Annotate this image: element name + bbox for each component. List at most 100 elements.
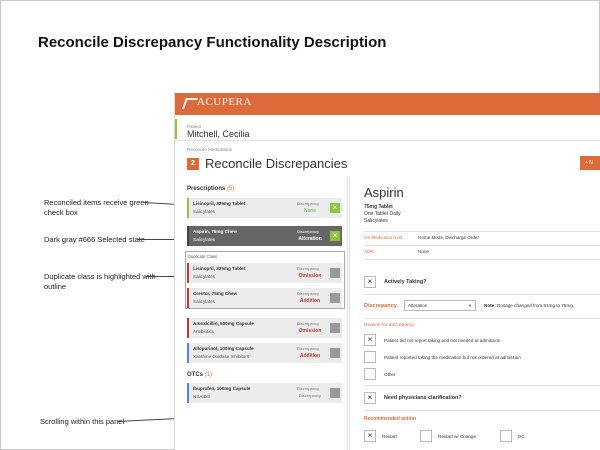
discrepancy-status: Addition xyxy=(299,353,321,359)
med-class: NSAIDS xyxy=(193,394,211,399)
annotation-scrolling: Scrolling within this panel xyxy=(40,417,125,426)
divider xyxy=(364,385,600,386)
checkbox-empty-icon[interactable] xyxy=(330,388,340,398)
patient-header: Patient Mitchell, Cecilia xyxy=(175,117,600,141)
recommended-title: Recommended action xyxy=(364,416,416,422)
med-name: Amoxicillin, 500mg Capsule xyxy=(193,321,254,326)
action-label: Restart w/ Change xyxy=(438,434,477,439)
checkbox-empty-icon[interactable] xyxy=(330,323,340,333)
duplicate-class-label: Duplicate Class xyxy=(188,254,218,259)
discrepancy-status: Alteration xyxy=(298,236,322,242)
med-name: Ibuprofen, 100mg Capsule xyxy=(193,386,251,391)
med-name: Lisinopril, 325mg Tablet xyxy=(193,266,246,271)
on-med-list-label: On Medication List xyxy=(364,235,403,240)
reason-title: Reason for discrepancy xyxy=(364,323,415,328)
clarification-label: Need physicians clarification? xyxy=(384,395,462,401)
discrepancy-status: Omission xyxy=(298,328,322,334)
divider xyxy=(364,231,600,232)
page-title: Reconcile Discrepancies xyxy=(205,156,348,171)
patient-name: Mitchell, Cecilia xyxy=(187,129,250,139)
reason-label: Patient did not report taking and not ne… xyxy=(384,338,501,343)
brand-name: ACUPERA xyxy=(197,96,252,108)
reason-checkbox[interactable] xyxy=(364,368,376,380)
discrepancy-label: Discrepancy xyxy=(297,291,320,296)
discrepancy-note: Note: Dosage changed from 81mg to 75mg. xyxy=(484,303,575,308)
discrepancy-select-value: Alteration xyxy=(408,303,428,308)
med-class: Salicylates xyxy=(193,274,215,279)
med-card-lisinopril-reconciled[interactable]: Lisinopril, 325mg Tablet Salicylates Dis… xyxy=(187,198,342,218)
otcs-title: OTCs (1) xyxy=(187,372,213,378)
annotation-selected: Dark gray #666 Selected state xyxy=(44,235,145,244)
med-class: Antibiotics xyxy=(193,329,214,334)
med-card-amoxicillin[interactable]: Amoxicillin, 500mg Capsule Antibiotics D… xyxy=(187,318,342,338)
checkbox-checked-icon[interactable]: × xyxy=(330,231,340,241)
actively-taking-label: Actively Taking? xyxy=(384,279,427,285)
checkbox-empty-icon[interactable] xyxy=(330,293,340,303)
checkbox-empty-icon[interactable] xyxy=(330,268,340,278)
med-card-allopurinol[interactable]: Allopurinol, 100mg Capsule Xanthine Oxid… xyxy=(187,343,342,363)
divider xyxy=(364,318,600,319)
med-name: Lisinopril, 325mg Tablet xyxy=(193,201,246,206)
app-window: ACUPERA Patient Mitchell, Cecilia Reconc… xyxy=(174,93,600,450)
med-class: Xanthine Oxidase Inhibitors xyxy=(193,354,250,359)
divider xyxy=(364,259,600,260)
med-card-crestor[interactable]: Crestor, 75mg Chew Salicylates Discrepan… xyxy=(187,288,342,308)
medication-list-panel[interactable]: Prescriptions (5) Lisinopril, 325mg Tabl… xyxy=(175,177,345,450)
prescriptions-title: Prescriptions (5) xyxy=(187,186,235,192)
top-bar: ACUPERA xyxy=(175,93,600,115)
reason-checkbox[interactable] xyxy=(364,351,376,363)
detail-panel: Aspirin 75mg Tablet One Tablet Daily Sal… xyxy=(349,177,600,450)
adr-value: None xyxy=(418,249,429,254)
clarification-checkbox[interactable]: × xyxy=(364,392,376,404)
checkbox-checked-icon[interactable]: × xyxy=(330,203,340,213)
discrepancy-label: Discrepancy xyxy=(297,386,320,391)
discrepancy-status: Discrepancy xyxy=(298,393,321,398)
med-card-aspirin-selected[interactable]: Aspirin, 75mg Chew Salicylates Discrepan… xyxy=(187,226,342,246)
discrepancy-status: None xyxy=(304,208,316,214)
drug-title: Aspirin xyxy=(364,185,404,200)
brand-logo[interactable]: ACUPERA xyxy=(183,96,252,108)
actively-taking-checkbox[interactable]: × xyxy=(364,276,376,288)
med-class: Salicylates xyxy=(193,237,215,242)
discrepancy-select[interactable]: Alteration ▼ xyxy=(404,300,476,311)
divider xyxy=(364,294,600,295)
action-checkbox[interactable] xyxy=(500,430,512,442)
reason-label: Other xyxy=(384,372,396,377)
breadcrumb[interactable]: Reconcile Medications xyxy=(187,147,232,152)
add-button[interactable]: + N xyxy=(580,156,600,170)
discrepancy-field-label: Discrepancy xyxy=(364,303,397,309)
med-class: Salicylates xyxy=(193,299,215,304)
drug-dose: 75mg Tablet xyxy=(364,204,393,210)
document-title: Reconcile Discrepancy Functionality Desc… xyxy=(38,34,387,51)
discrepancy-label: Discrepancy xyxy=(297,266,320,271)
med-class: Salicylates xyxy=(193,209,215,214)
med-name: Crestor, 75mg Chew xyxy=(193,291,238,296)
divider xyxy=(364,245,600,246)
discrepancy-label: Discrepancy xyxy=(297,346,320,351)
action-label: Restart xyxy=(382,434,397,439)
discrepancy-label: Discrepancy xyxy=(297,229,320,234)
action-checkbox[interactable]: × xyxy=(364,430,376,442)
checkbox-empty-icon[interactable] xyxy=(330,348,340,358)
med-name: Aspirin, 75mg Chew xyxy=(193,229,237,234)
acupera-logo-icon xyxy=(183,96,195,108)
med-card-ibuprofen[interactable]: Ibuprofen, 100mg Capsule NSAIDS Discrepa… xyxy=(187,383,342,403)
panel-divider xyxy=(347,177,348,450)
reason-label: Patient reported taking the medication b… xyxy=(384,355,521,360)
discrepancy-status: Addition xyxy=(299,298,321,304)
drug-class: Salicylates xyxy=(364,218,388,224)
action-checkbox[interactable] xyxy=(420,430,432,442)
reason-checkbox[interactable]: × xyxy=(364,334,376,346)
drug-frequency: One Tablet Daily xyxy=(364,211,401,217)
step-number: 2 xyxy=(187,158,199,170)
on-med-list-value: Home Meds, Discharge Order xyxy=(418,235,480,240)
action-label: DC xyxy=(518,434,525,439)
caret-down-icon: ▼ xyxy=(468,303,472,308)
discrepancy-label: Discrepancy xyxy=(297,201,320,206)
med-card-lisinopril-duplicate[interactable]: Lisinopril, 325mg Tablet Salicylates Dis… xyxy=(187,263,342,283)
divider xyxy=(364,410,600,411)
adr-label: ADR xyxy=(364,249,374,254)
patient-accent-bar xyxy=(175,119,177,139)
discrepancy-label: Discrepancy xyxy=(297,321,320,326)
med-name: Allopurinol, 100mg Capsule xyxy=(193,346,254,351)
